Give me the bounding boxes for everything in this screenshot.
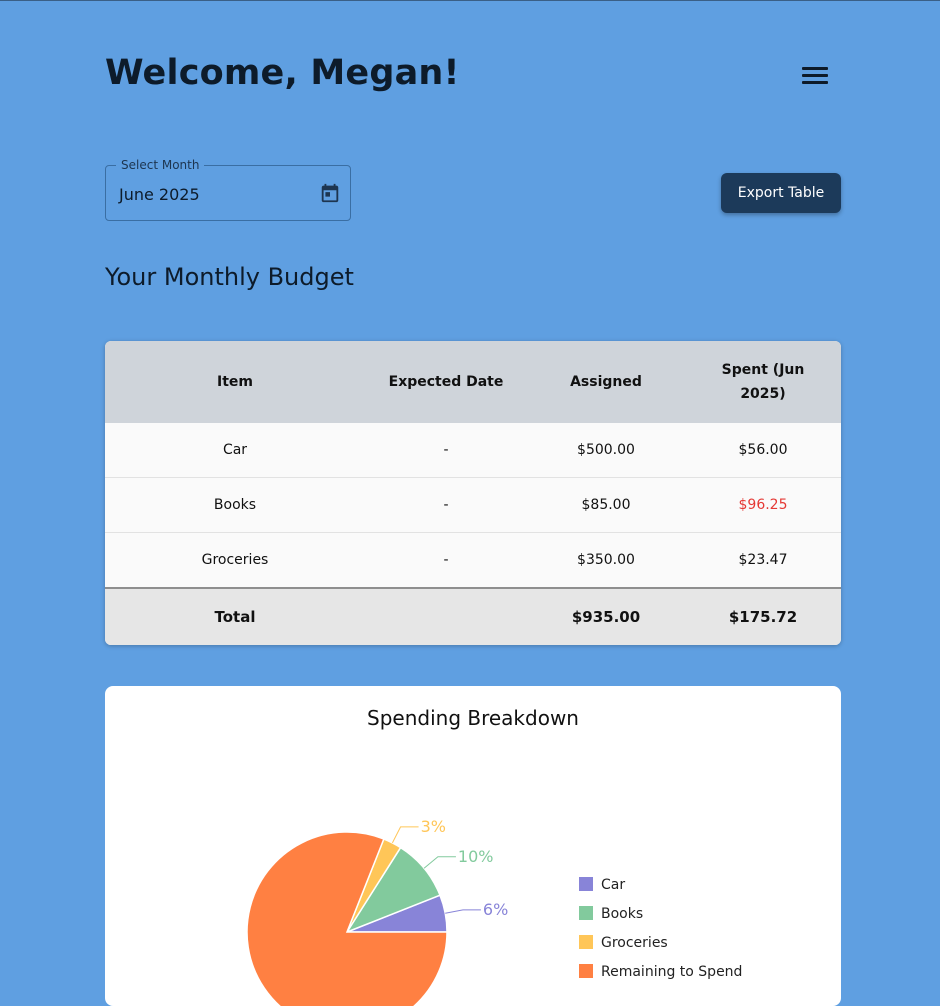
- legend-swatch: [579, 877, 593, 891]
- pie-label-line: [445, 909, 481, 914]
- column-header-expected-date: Expected Date: [365, 341, 527, 423]
- legend-item-label[interactable]: Groceries: [601, 935, 668, 951]
- month-picker-label: Select Month: [116, 158, 205, 172]
- pie-percent-label: 3%: [421, 817, 446, 836]
- table-row[interactable]: Groceries - $350.00 $23.47: [105, 533, 841, 589]
- legend-item-label[interactable]: Car: [601, 877, 625, 893]
- spending-chart-card: Spending Breakdown 6% 10% 3% Car Books Grocer…: [105, 686, 841, 1006]
- table-row[interactable]: Books - $85.00 $96.25: [105, 477, 841, 533]
- pie-percent-label: 10%: [458, 847, 494, 866]
- cell-date: -: [365, 423, 527, 478]
- table-header-row: Item Expected Date Assigned Spent (Jun 2…: [105, 341, 841, 423]
- pie-percent-label: 6%: [483, 900, 508, 919]
- cell-spent: $23.47: [738, 552, 788, 568]
- cell-item: Car: [105, 423, 365, 478]
- legend-item-label[interactable]: Books: [601, 906, 643, 922]
- pie-chart: 6% 10% 3% Car Books Groceries Remaining to Spe…: [246, 817, 742, 1006]
- hamburger-menu-icon[interactable]: [800, 65, 830, 87]
- total-label: Total: [105, 587, 365, 645]
- month-picker-value[interactable]: June 2025: [119, 185, 200, 204]
- cell-date: -: [365, 477, 527, 533]
- total-assigned: $935.00: [527, 587, 685, 645]
- legend-swatch: [579, 935, 593, 949]
- pie-label-line: [423, 856, 456, 869]
- export-table-button[interactable]: Export Table: [721, 173, 841, 213]
- month-picker[interactable]: Select Month June 2025: [105, 158, 351, 221]
- cell-date: -: [443, 552, 449, 568]
- legend-swatch: [579, 906, 593, 920]
- total-date-empty: [365, 587, 527, 645]
- cell-assigned: $350.00: [577, 552, 635, 568]
- budget-table: Item Expected Date Assigned Spent (Jun 2…: [105, 341, 841, 645]
- column-header-assigned: Assigned: [527, 341, 685, 423]
- calendar-icon[interactable]: [319, 182, 341, 204]
- cell-assigned: $85.00: [527, 477, 685, 533]
- page-title: Welcome, Megan!: [105, 53, 460, 93]
- column-header-item: Item: [105, 341, 365, 423]
- section-title: Your Monthly Budget: [105, 263, 354, 291]
- pie-label-line: [391, 826, 419, 844]
- cell-spent: $56.00: [685, 423, 841, 478]
- legend-item-label[interactable]: Remaining to Spend: [601, 964, 742, 980]
- column-header-spent: Spent (Jun 2025): [685, 341, 841, 423]
- cell-item: Books: [105, 477, 365, 533]
- total-spent: $175.72: [685, 587, 841, 645]
- legend-swatch: [579, 964, 593, 978]
- cell-item: Groceries: [201, 552, 269, 568]
- table-row[interactable]: Car - $500.00 $56.00: [105, 423, 841, 478]
- cell-spent-over-budget: $96.25: [685, 477, 841, 533]
- table-total-row: Total $935.00 $175.72: [105, 587, 841, 645]
- cell-assigned: $500.00: [527, 423, 685, 478]
